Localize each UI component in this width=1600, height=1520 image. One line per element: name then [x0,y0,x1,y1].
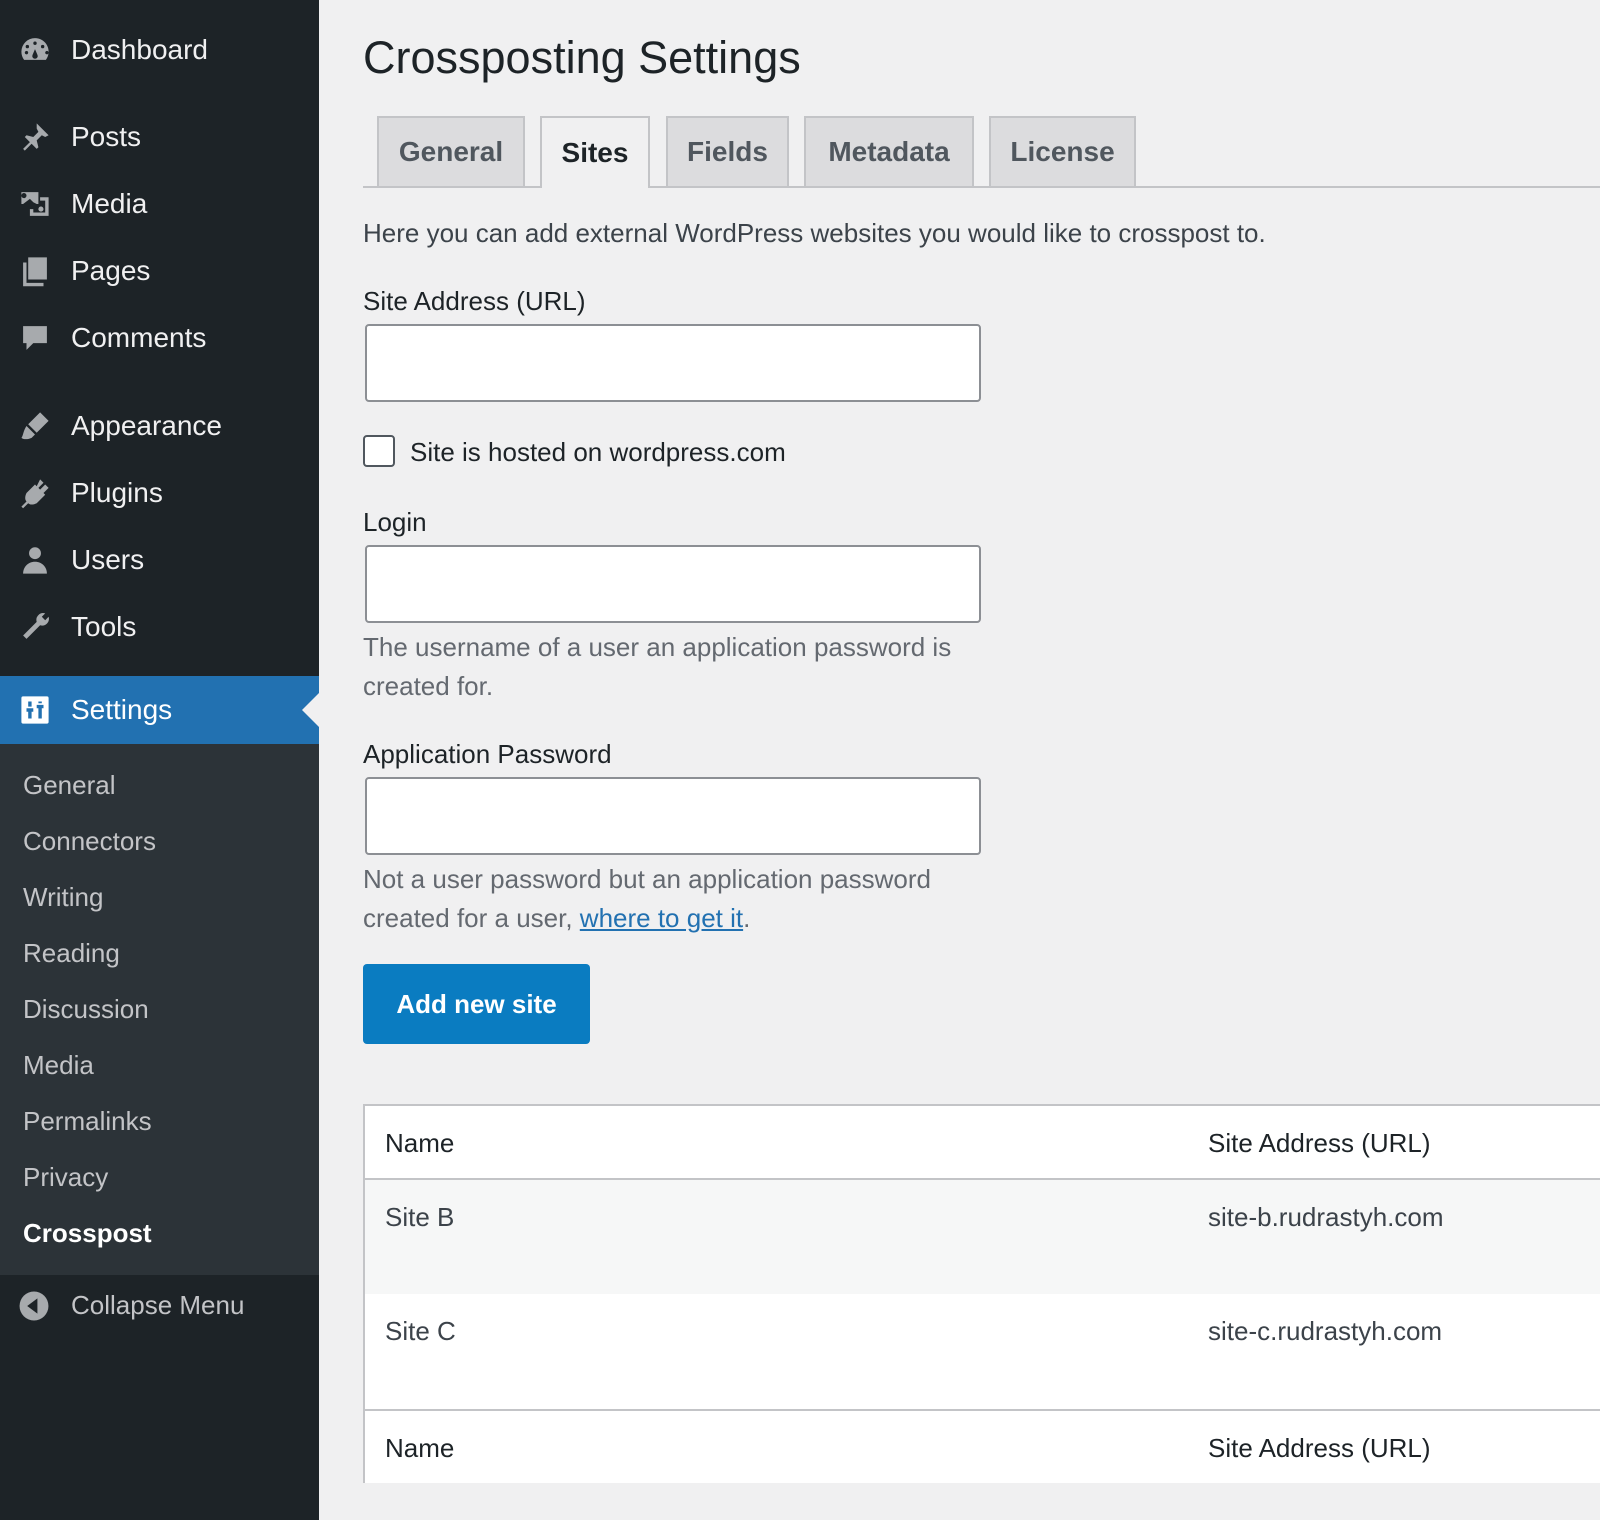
application-password-input[interactable] [365,777,981,855]
table-row: Site B site-b.rudrastyh.com [365,1180,1600,1294]
site-url-label: Site Address (URL) [363,286,586,316]
collapse-menu-label: Collapse Menu [71,1290,245,1320]
menu-label: Users [71,544,145,575]
site-url-cell: site-b.rudrastyh.com [1208,1202,1444,1232]
submenu-item-general[interactable]: General [23,770,116,801]
tab-fields[interactable]: Fields [666,116,789,186]
table-header-row: Name Site Address (URL) [365,1106,1600,1180]
site-url-input[interactable] [365,324,981,402]
plugin-icon [17,475,53,511]
menu-label: Dashboard [71,34,208,65]
wrench-icon [17,609,53,645]
menu-label: Plugins [71,477,163,508]
column-footer-name: Name [385,1433,455,1463]
submenu-item-media[interactable]: Media [23,1050,94,1081]
pages-icon [17,253,53,289]
menu-item-tools[interactable]: Tools [0,594,319,660]
pin-icon [17,119,53,155]
brush-icon [17,408,53,444]
collapse-menu-button[interactable]: Collapse Menu [0,1280,319,1336]
menu-label: Media [71,188,148,219]
intro-text: Here you can add external WordPress webs… [363,218,1266,248]
sites-table: Name Site Address (URL) Site B site-b.ru… [363,1104,1600,1483]
site-name-cell: Site C [385,1316,456,1346]
application-password-label: Application Password [363,739,612,769]
menu-item-comments[interactable]: Comments [0,305,319,371]
column-header-site-address: Site Address (URL) [1208,1128,1431,1158]
add-new-site-button[interactable]: Add new site [363,964,590,1044]
settings-submenu: General Connectors Writing Reading Discu… [0,744,319,1275]
site-name-cell: Site B [385,1202,455,1232]
column-footer-site-address: Site Address (URL) [1208,1433,1431,1463]
menu-item-appearance[interactable]: Appearance [0,393,319,459]
settings-icon [17,692,53,728]
menu-label: Appearance [71,410,223,441]
menu-label: Pages [71,255,151,286]
page-title: Crossposting Settings [363,32,801,83]
menu-item-media[interactable]: Media [0,171,319,237]
submenu-item-reading[interactable]: Reading [23,938,120,969]
table-row: Site C site-c.rudrastyh.com [365,1294,1600,1408]
menu-item-users[interactable]: Users [0,527,319,593]
menu-item-settings[interactable]: Settings [0,676,319,744]
submenu-item-permalinks[interactable]: Permalinks [23,1106,152,1137]
menu-label: Settings [71,694,173,725]
login-help-text: The username of a user an application pa… [363,632,952,701]
table-footer-row: Name Site Address (URL) [365,1409,1600,1483]
where-to-get-it-link[interactable]: where to get it [580,903,743,933]
media-icon [17,186,53,222]
tab-license[interactable]: License [989,116,1136,186]
user-icon [17,542,53,578]
tab-metadata[interactable]: Metadata [804,116,974,186]
wordpress-com-checkbox[interactable] [363,435,395,467]
menu-item-posts[interactable]: Posts [0,104,319,170]
comment-icon [17,320,53,356]
submenu-item-crosspost[interactable]: Crosspost [23,1218,152,1249]
menu-item-dashboard[interactable]: Dashboard [0,17,319,83]
application-password-help-text: Not a user password but an application p… [363,860,1003,938]
login-input[interactable] [365,545,981,623]
menu-item-plugins[interactable]: Plugins [0,460,319,526]
menu-item-pages[interactable]: Pages [0,238,319,304]
submenu-item-writing[interactable]: Writing [23,882,103,913]
main-content: Crossposting Settings General Sites Fiel… [319,0,1600,1520]
dashboard-icon [17,32,53,68]
submenu-item-discussion[interactable]: Discussion [23,994,149,1025]
submenu-item-privacy[interactable]: Privacy [23,1162,108,1193]
submenu-item-connectors[interactable]: Connectors [23,826,156,857]
login-label: Login [363,507,427,537]
collapse-arrow-icon [17,1289,53,1325]
wordpress-com-checkbox-label[interactable]: Site is hosted on wordpress.com [410,437,786,468]
column-header-name: Name [385,1128,455,1158]
tab-sites[interactable]: Sites [540,116,650,188]
menu-label: Comments [71,322,207,353]
admin-sidebar: Dashboard Posts Media Pages Comments App… [0,0,319,1520]
password-help-suffix: . [743,903,751,933]
site-url-cell: site-c.rudrastyh.com [1208,1316,1443,1346]
tab-general[interactable]: General [377,116,525,186]
menu-label: Tools [71,611,137,642]
menu-label: Posts [71,121,142,152]
